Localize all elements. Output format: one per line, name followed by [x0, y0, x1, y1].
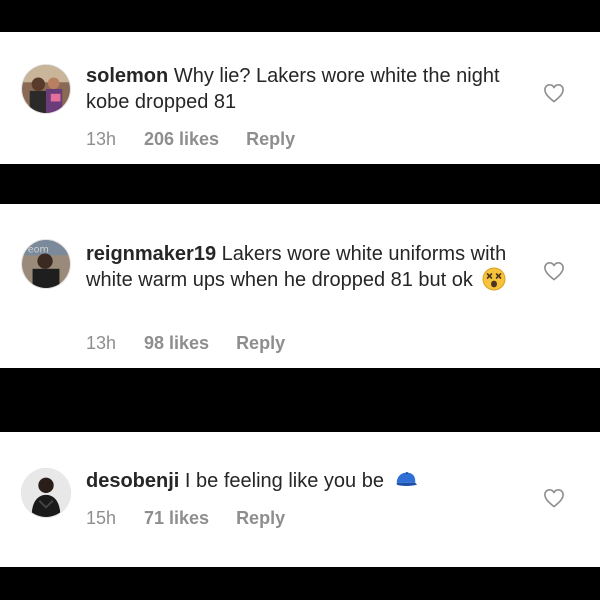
- comment-card: desobenji I be feeling like you be 15h 7…: [0, 432, 600, 567]
- reply-button[interactable]: Reply: [246, 129, 295, 150]
- avatar-photo: eom: [22, 240, 70, 288]
- reply-button[interactable]: Reply: [236, 333, 285, 354]
- comment-meta: 13h 98 likes Reply: [86, 333, 285, 354]
- comment-card: solemon Why lie? Lakers wore white the n…: [0, 32, 600, 164]
- comment-meta: 15h 71 likes Reply: [86, 508, 285, 529]
- comment-card: eom reignmaker19 Lakers wore white unifo…: [0, 204, 600, 368]
- comment-time: 15h: [86, 508, 117, 528]
- comment-username[interactable]: desobenji: [86, 470, 179, 492]
- comment-text: reignmaker19 Lakers wore white uniforms …: [86, 241, 526, 293]
- comment-time: 13h: [86, 129, 117, 149]
- heart-icon[interactable]: [543, 488, 565, 508]
- comment-text: solemon Why lie? Lakers wore white the n…: [86, 63, 526, 115]
- blue-cap-emoji: [396, 471, 417, 486]
- avatar[interactable]: eom: [21, 239, 71, 289]
- comment-time: 13h: [86, 333, 117, 353]
- avatar-photo: [22, 469, 70, 517]
- comment-username[interactable]: reignmaker19: [86, 243, 216, 265]
- comment-text: desobenji I be feeling like you be: [86, 468, 526, 494]
- reply-button[interactable]: Reply: [236, 508, 285, 529]
- heart-icon[interactable]: [543, 261, 565, 281]
- comment-body: I be feeling like you be: [184, 470, 384, 492]
- comment-likes[interactable]: 206 likes: [144, 129, 219, 150]
- comment-likes[interactable]: 71 likes: [144, 508, 209, 529]
- dizzy-face-emoji: [482, 267, 506, 291]
- comment-username[interactable]: solemon: [86, 65, 168, 87]
- avatar[interactable]: [21, 64, 71, 114]
- avatar[interactable]: [21, 468, 71, 518]
- comment-likes[interactable]: 98 likes: [144, 333, 209, 354]
- heart-icon[interactable]: [543, 83, 565, 103]
- comment-meta: 13h 206 likes Reply: [86, 129, 295, 150]
- avatar-photo: [22, 65, 70, 113]
